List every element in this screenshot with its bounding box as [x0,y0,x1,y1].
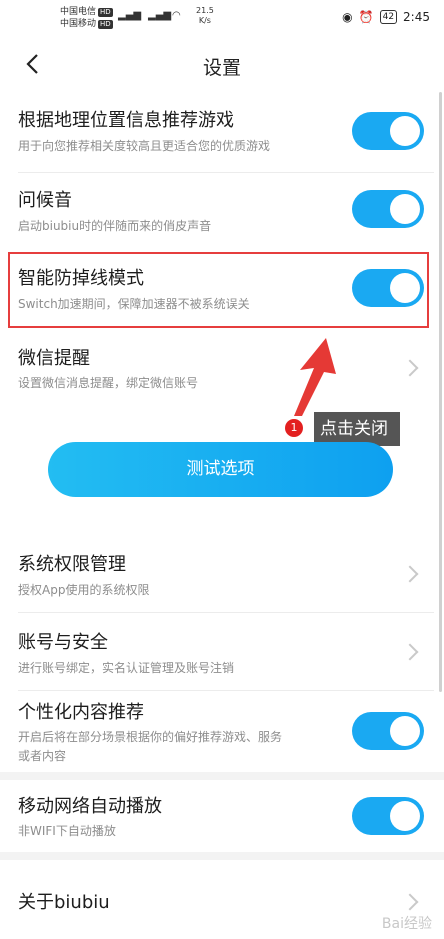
setting-title: 问候音 [18,190,72,211]
setting-personalized-content: 个性化内容推荐 开启后将在部分场景根据你的偏好推荐游戏、服务 或者内容 [0,692,444,772]
toggle-knob [390,801,420,831]
setting-subtitle: 授权App使用的系统权限 [18,583,150,597]
chevron-right-icon [401,359,419,377]
setting-title: 账号与安全 [18,632,108,653]
setting-title: 关于biubiu [18,892,110,913]
section-gap [0,772,444,780]
scrollbar[interactable] [439,92,442,692]
divider [18,612,434,613]
hd-badge-2: HD [98,20,113,29]
highlight-box [8,252,429,328]
status-bar: 中国电信 HD 中国移动 HD ▂▄▆ ▂▄▆ ◠ 21.5 K/s ◉ ⏰ 42 … [0,0,444,40]
greeting-sound-toggle[interactable] [352,190,424,228]
setting-wechat-reminder[interactable]: 微信提醒 设置微信消息提醒，绑定微信账号 [0,332,444,408]
setting-title: 微信提醒 [18,348,90,369]
signal-icon-2: ▂▄▆ [148,10,172,21]
carrier-info: 中国电信 HD 中国移动 HD [60,6,113,30]
alarm-icon: ⏰ [358,10,374,24]
setting-subtitle: 设置微信消息提醒，绑定微信账号 [18,376,199,390]
toggle-knob [390,716,420,746]
setting-subtitle: 用于向您推荐相关度较高且更适合您的优质游戏 [18,139,271,153]
setting-account-security[interactable]: 账号与安全 进行账号绑定，实名认证管理及账号注销 [0,614,444,690]
setting-location-recommend: 根据地理位置信息推荐游戏 用于向您推荐相关度较高且更适合您的优质游戏 [0,92,444,172]
toggle-knob [390,116,420,146]
setting-subtitle-line2: 或者内容 [18,749,67,763]
chevron-right-icon [401,565,419,583]
hd-badge: HD [98,8,113,17]
setting-title: 个性化内容推荐 [18,702,144,723]
setting-mobile-autoplay: 移动网络自动播放 非WIFI下自动播放 [0,780,444,852]
setting-title: 根据地理位置信息推荐游戏 [18,110,234,131]
nav-bar: 设置 [0,40,444,92]
setting-subtitle: 启动biubiu时的伴随而来的俏皮声音 [18,219,212,233]
section-gap [0,852,444,860]
setting-subtitle-line1: 开启后将在部分场景根据你的偏好推荐游戏、服务 [18,730,283,744]
location-recommend-toggle[interactable] [352,112,424,150]
annotation-label: 点击关闭 [314,412,400,446]
carrier-2: 中国移动 [60,19,97,29]
chevron-right-icon [401,893,419,911]
network-speed: 21.5 K/s [196,6,214,26]
eye-icon: ◉ [342,10,353,24]
battery-indicator: 42 [379,10,398,24]
carrier-1: 中国电信 [60,7,97,17]
chevron-right-icon [401,643,419,661]
setting-subtitle: 进行账号绑定，实名认证管理及账号注销 [18,661,235,675]
setting-title: 移动网络自动播放 [18,796,162,817]
setting-title: 系统权限管理 [18,554,126,575]
annotation-arrow-icon [294,338,336,416]
time: 2:45 [403,10,430,24]
setting-system-permissions[interactable]: 系统权限管理 授权App使用的系统权限 [0,536,444,612]
setting-about[interactable]: 关于biubiu [0,862,444,939]
test-options-button[interactable]: 测试选项 [48,442,393,497]
watermark: Bai经验 [381,916,432,932]
page-title: 设置 [202,57,241,79]
speed-value: 21.5 [196,6,214,15]
speed-unit: K/s [198,16,211,25]
signal-icon: ▂▄▆ [118,10,142,21]
personalized-content-toggle[interactable] [352,712,424,750]
mobile-autoplay-toggle[interactable] [352,797,424,835]
divider [18,690,434,691]
toggle-knob [390,194,420,224]
wifi-icon: ◠ [172,10,181,21]
annotation-number: 1 [285,419,303,437]
status-right: ◉ ⏰ 42 2:45 [342,10,430,24]
setting-greeting-sound: 问候音 启动biubiu时的伴随而来的俏皮声音 [0,172,444,250]
setting-subtitle: 非WIFI下自动播放 [18,824,116,838]
